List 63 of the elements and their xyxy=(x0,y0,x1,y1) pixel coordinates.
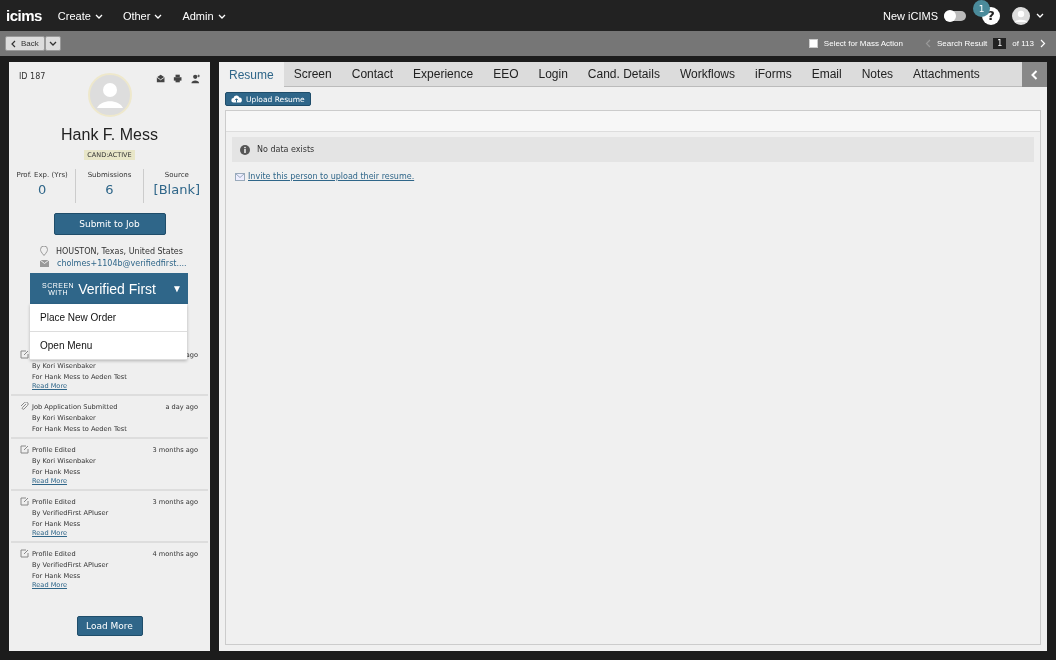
edit-icon xyxy=(20,350,29,359)
envelope-icon xyxy=(235,172,245,181)
avatar-icon[interactable] xyxy=(1012,6,1030,25)
tab[interactable]: Email xyxy=(801,62,852,87)
tab[interactable]: Attachments xyxy=(903,62,990,87)
mass-action-label: Select for Mass Action xyxy=(823,39,903,48)
search-result-label: Search Result xyxy=(937,39,988,48)
info-icon xyxy=(240,144,250,155)
menu-item[interactable]: Open Menu xyxy=(30,332,187,360)
tab[interactable]: Workflows xyxy=(669,62,745,87)
chevron-left-icon xyxy=(1031,69,1038,80)
edit-icon xyxy=(20,549,29,558)
avatar-placeholder xyxy=(87,73,132,117)
tab[interactable]: Experience xyxy=(403,62,484,87)
caret-icon xyxy=(94,13,103,20)
email-link[interactable]: cholmes+1104b@verifiedfirst.... xyxy=(57,259,187,268)
tab[interactable]: iForms xyxy=(745,62,802,87)
tab[interactable]: Screen xyxy=(283,62,342,87)
load-more-button[interactable]: Load More xyxy=(76,616,143,636)
caret-icon xyxy=(217,13,226,20)
nav-menu[interactable]: Other xyxy=(122,9,163,22)
nav-menu[interactable]: Admin xyxy=(182,9,226,22)
upload-cloud-icon xyxy=(231,95,242,103)
logo[interactable]: icims xyxy=(6,7,42,24)
caret-icon[interactable] xyxy=(1036,12,1044,19)
tab[interactable]: Notes xyxy=(851,62,904,87)
new-icims-label: New iCIMS xyxy=(883,9,938,22)
back-dropdown[interactable] xyxy=(44,36,61,51)
mass-action-checkbox[interactable] xyxy=(808,39,818,48)
next-icon[interactable] xyxy=(1040,39,1046,48)
caret-icon xyxy=(48,40,57,47)
tab[interactable]: Login xyxy=(528,62,578,87)
page-count: of 113 xyxy=(1012,39,1034,48)
notification-badge: 1 xyxy=(973,0,990,17)
envelope-icon[interactable] xyxy=(156,73,166,84)
candidate-id: ID 187 xyxy=(19,72,47,81)
paperclip-icon xyxy=(20,402,29,411)
print-icon[interactable] xyxy=(173,73,183,84)
invite-link[interactable]: Invite this person to upload their resume. xyxy=(248,172,415,181)
location-pin-icon xyxy=(40,246,48,256)
submit-to-job-button[interactable]: Submit to Job xyxy=(53,213,166,235)
menu-item[interactable]: Place New Order xyxy=(30,304,187,332)
envelope-icon xyxy=(40,260,49,267)
stat-value: [Blank] xyxy=(153,182,201,197)
nav-menu[interactable]: Create xyxy=(57,9,103,22)
edit-icon xyxy=(20,445,29,454)
toggle-switch[interactable] xyxy=(944,10,966,21)
caret-icon xyxy=(154,13,163,20)
chevron-left-icon xyxy=(11,39,16,48)
stat-value: 0 xyxy=(38,182,47,197)
stat-value: 6 xyxy=(105,182,114,197)
tab[interactable]: Cand. Details xyxy=(577,62,670,87)
page-field[interactable]: 1 xyxy=(993,38,1007,49)
tab[interactable]: Contact xyxy=(341,62,404,87)
location-text: HOUSTON, Texas, United States xyxy=(56,246,183,256)
empty-message: No data exists xyxy=(257,145,315,154)
edit-icon xyxy=(20,497,29,506)
tab[interactable]: EEO xyxy=(483,62,529,87)
person-icon[interactable] xyxy=(190,73,200,84)
back-button[interactable]: Back xyxy=(5,36,45,51)
candidate-name: Hank F. Mess xyxy=(60,126,159,144)
tab[interactable]: Resume xyxy=(219,62,284,87)
collapse-button[interactable] xyxy=(1022,62,1047,87)
